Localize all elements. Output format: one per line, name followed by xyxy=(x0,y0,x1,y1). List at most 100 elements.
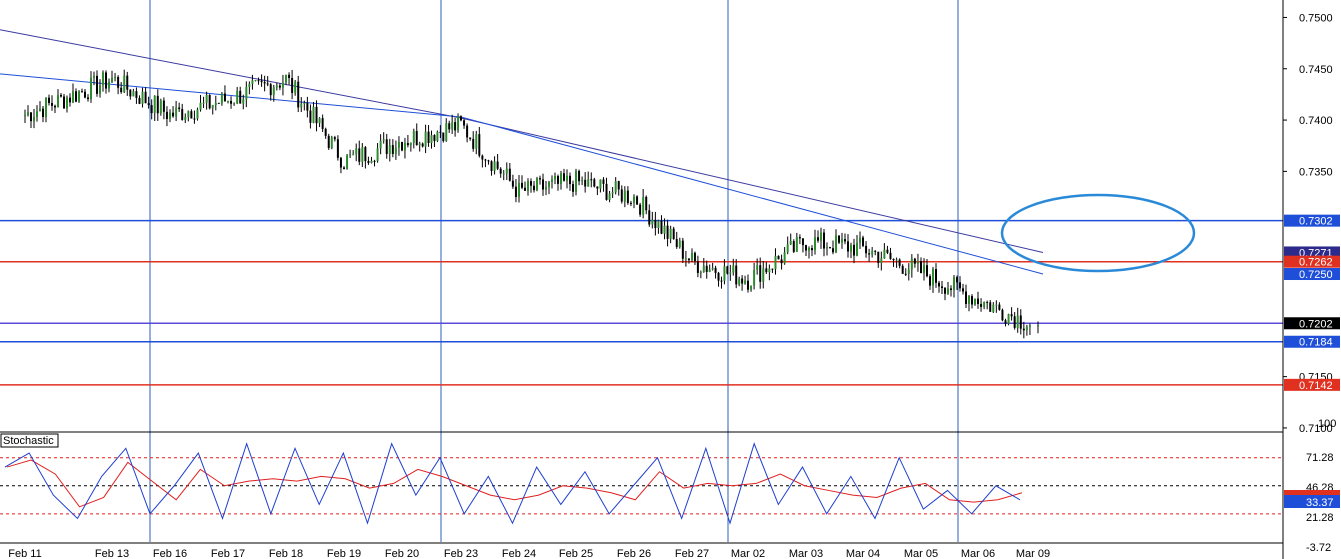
candle-body-274 xyxy=(853,244,855,256)
candle-body-290 xyxy=(901,265,904,274)
candle-body-152 xyxy=(484,159,487,161)
candle-body-227 xyxy=(711,267,714,270)
stoch-current-value: 33.37 xyxy=(1306,497,1334,509)
candle-body-277 xyxy=(862,237,864,246)
stoch-signal-badge xyxy=(1284,490,1340,495)
candle-body-101 xyxy=(330,137,333,148)
y-tick-label-0: 0.7500 xyxy=(1299,12,1333,24)
level-badge-text-6: 0.7142 xyxy=(1299,380,1333,392)
candle-body-192 xyxy=(605,183,608,200)
candle-body-330 xyxy=(1022,328,1025,331)
candle-body-74 xyxy=(248,83,251,88)
candle-body-265 xyxy=(826,247,828,249)
stoch-tick-label-0: 100 xyxy=(1318,418,1336,430)
candle-body-331 xyxy=(1025,326,1028,331)
candle-body-211 xyxy=(663,225,666,234)
stochastic-title: Stochastic xyxy=(3,435,54,447)
candle-body-36 xyxy=(132,91,135,97)
candle-body-280 xyxy=(871,250,874,255)
candle-body-233 xyxy=(729,272,732,274)
candle-body-327 xyxy=(1013,316,1016,328)
candle-body-170 xyxy=(539,178,541,180)
candle-body-22 xyxy=(90,77,92,100)
candle-body-249 xyxy=(777,255,780,260)
candle-body-285 xyxy=(886,249,889,253)
candle-body-53 xyxy=(184,117,187,120)
candle-body-33 xyxy=(123,75,126,93)
candle-body-287 xyxy=(892,258,895,261)
x-tick-label-1: Feb 13 xyxy=(95,548,129,559)
candle-body-116 xyxy=(376,148,379,162)
candle-body-99 xyxy=(324,128,327,136)
candle-body-73 xyxy=(245,87,248,100)
candle-body-314 xyxy=(974,298,976,305)
candle-body-264 xyxy=(823,232,825,249)
candle-body-138 xyxy=(442,132,445,141)
candle-body-329 xyxy=(1019,315,1022,329)
candle-body-177 xyxy=(560,173,562,184)
candle-body-292 xyxy=(907,269,910,274)
candle-body-132 xyxy=(424,131,427,147)
candle-body-281 xyxy=(874,250,877,252)
candle-body-148 xyxy=(472,138,475,149)
candle-body-229 xyxy=(717,272,720,281)
x-tick-label-6: Feb 20 xyxy=(385,548,419,559)
candle-body-8 xyxy=(48,97,50,104)
y-tick-label-2: 0.7400 xyxy=(1299,115,1333,127)
candle-body-181 xyxy=(572,184,574,192)
candle-body-322 xyxy=(998,304,1001,310)
candle-body-162 xyxy=(514,186,517,197)
candle-body-129 xyxy=(415,130,418,145)
candle-body-279 xyxy=(868,253,871,255)
x-tick-label-3: Feb 17 xyxy=(211,548,245,559)
candle-body-139 xyxy=(445,123,448,141)
candle-body-156 xyxy=(496,161,499,169)
candle-body-199 xyxy=(626,190,629,203)
candle-body-225 xyxy=(705,265,708,272)
candle-body-316 xyxy=(980,303,983,307)
candle-body-289 xyxy=(898,259,901,266)
candle-body-97 xyxy=(318,118,321,124)
candle-body-137 xyxy=(439,131,442,133)
candle-body-150 xyxy=(478,134,481,156)
candle-body-244 xyxy=(762,268,765,282)
candle-body-196 xyxy=(617,181,620,190)
candle-body-62 xyxy=(211,104,214,109)
candle-body-217 xyxy=(681,240,684,259)
candle-body-142 xyxy=(454,122,457,131)
candle-body-262 xyxy=(817,237,819,241)
candle-body-318 xyxy=(986,302,989,304)
forex-chart[interactable]: 0.75000.74500.74000.73500.71500.71000.73… xyxy=(0,0,1341,559)
candle-body-96 xyxy=(315,106,318,124)
candle-body-12 xyxy=(60,94,62,97)
candle-body-81 xyxy=(269,84,272,96)
candle-body-91 xyxy=(300,103,303,108)
candle-body-45 xyxy=(159,100,162,114)
candle-body-241 xyxy=(753,269,756,286)
candle-body-126 xyxy=(406,143,409,146)
candle-body-134 xyxy=(430,135,433,144)
candle-body-26 xyxy=(102,72,104,86)
candle-body-41 xyxy=(147,103,150,106)
candle-body-70 xyxy=(236,90,239,104)
x-tick-label-5: Feb 19 xyxy=(327,548,361,559)
candle-body-68 xyxy=(230,100,233,104)
candle-body-123 xyxy=(397,141,400,148)
x-tick-label-9: Feb 25 xyxy=(559,548,593,559)
candle-body-19 xyxy=(81,91,83,93)
candle-body-3 xyxy=(33,117,35,122)
candle-body-1 xyxy=(27,112,29,116)
candle-body-247 xyxy=(771,268,774,270)
candle-body-166 xyxy=(527,181,529,191)
candle-body-239 xyxy=(747,280,749,290)
candle-body-85 xyxy=(281,82,284,88)
candle-body-39 xyxy=(141,91,144,104)
x-tick-label-11: Feb 27 xyxy=(675,548,709,559)
candle-body-185 xyxy=(584,179,587,187)
candle-body-260 xyxy=(811,248,813,251)
candle-body-259 xyxy=(808,248,810,251)
candle-body-310 xyxy=(962,288,964,292)
level-badge-text-3: 0.7250 xyxy=(1299,269,1333,281)
candle-body-236 xyxy=(738,278,741,285)
candle-body-145 xyxy=(463,120,466,126)
